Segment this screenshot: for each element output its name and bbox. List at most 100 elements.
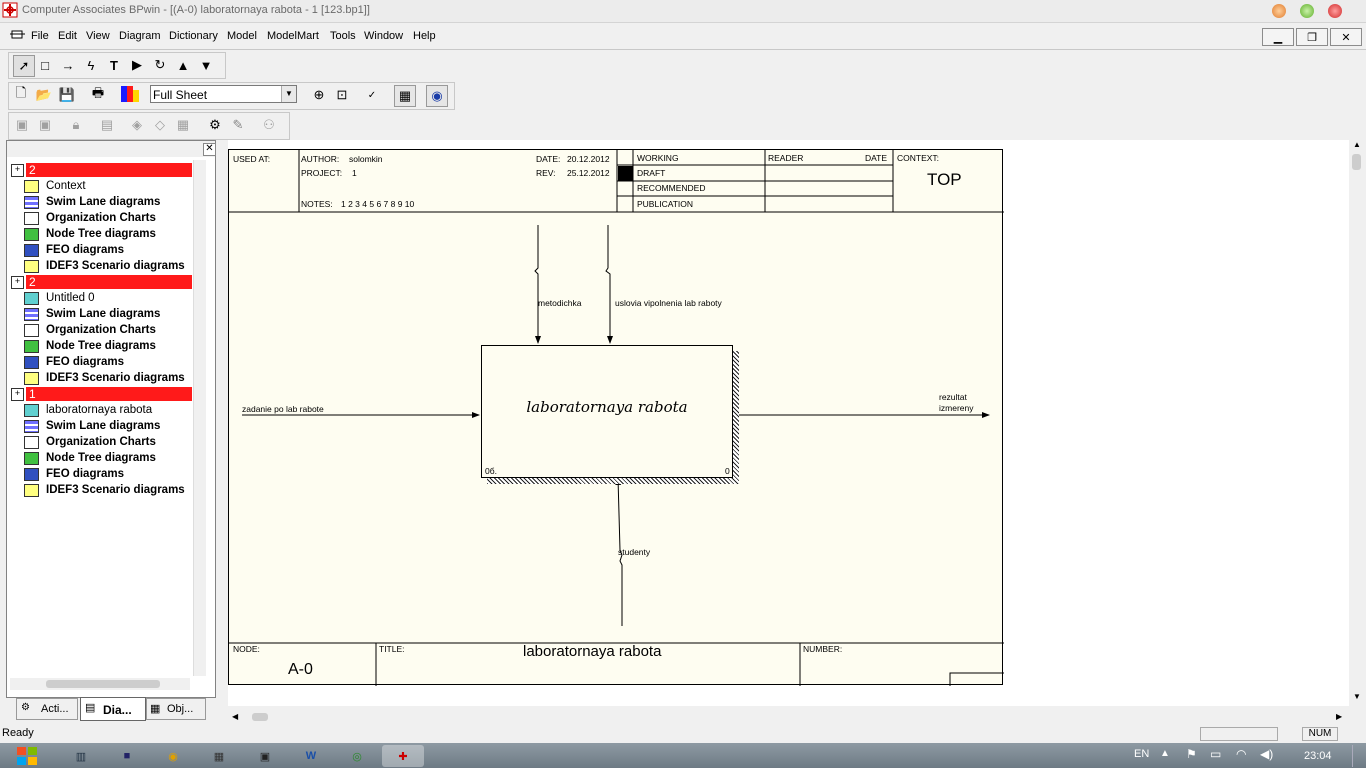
zoom-fit-icon[interactable]: ⊡ <box>332 85 352 105</box>
tree-item-feo[interactable]: FEO diagrams <box>46 468 124 480</box>
control-label-uslovia[interactable]: uslovia vipolnenia lab raboty <box>615 298 722 308</box>
model-explorer-icon[interactable]: ▦ <box>394 85 416 107</box>
save-app-icon[interactable]: ■ <box>106 745 148 767</box>
menu-help[interactable]: Help <box>413 30 436 42</box>
zoom-select[interactable]: Full Sheet ▼ <box>150 85 297 103</box>
tree-item-laboratornaya[interactable]: laboratornaya rabota <box>46 404 152 416</box>
menu-window[interactable]: Window <box>364 30 403 42</box>
output-label-2[interactable]: izmereny <box>939 403 973 413</box>
arrow-tool-icon[interactable]: → <box>58 55 78 75</box>
disabled-grid-icon[interactable]: ▦ <box>173 115 193 135</box>
disabled-compare-icon[interactable]: ◇ <box>150 115 170 135</box>
squiggle-tool-icon[interactable]: ϟ <box>81 55 101 75</box>
tree-item-org-charts[interactable]: Organization Charts <box>46 212 156 224</box>
rotate-icon[interactable]: ↻ <box>150 55 170 75</box>
tree-item-feo[interactable]: FEO diagrams <box>46 244 124 256</box>
go-to-sibling-icon[interactable]: ▶ <box>127 55 147 75</box>
menu-dictionary[interactable]: Dictionary <box>169 30 218 42</box>
clock[interactable]: 23:04 <box>1304 750 1332 762</box>
chrome-icon[interactable]: ◎ <box>336 745 378 767</box>
scroll-up-icon[interactable]: ▲ <box>1353 140 1361 149</box>
maximize-button[interactable] <box>1300 4 1314 18</box>
minimize-button[interactable] <box>1272 4 1286 18</box>
control-label-metodichka[interactable]: metodichka <box>538 298 581 308</box>
output-label-1[interactable]: rezultat <box>939 392 967 402</box>
scroll-left-icon[interactable]: ◀ <box>232 712 238 721</box>
tree-vertical-scrollbar[interactable] <box>193 160 206 676</box>
explorer-icon[interactable]: ▥ <box>60 745 102 767</box>
canvas-hscroll-thumb[interactable] <box>252 713 268 721</box>
canvas-vscroll-thumb[interactable] <box>1352 154 1361 170</box>
box-tool-icon[interactable]: □ <box>35 55 55 75</box>
new-file-icon[interactable]: 🗋 <box>11 85 31 105</box>
paint-app-icon[interactable]: ▦ <box>198 745 240 767</box>
media-app-icon[interactable]: ◉ <box>152 745 194 767</box>
flag-icon[interactable]: ⚑ <box>1186 747 1197 761</box>
text-tool-icon[interactable]: T <box>104 55 124 75</box>
input-label[interactable]: zadanie po lab rabote <box>242 404 324 414</box>
mdi-restore-button[interactable]: ❐ <box>1296 28 1328 46</box>
tree-item-swim-lane[interactable]: Swim Lane diagrams <box>46 420 160 432</box>
open-folder-icon[interactable]: 📂 <box>34 85 54 105</box>
user-settings-icon[interactable]: ⚙ <box>205 115 225 135</box>
volume-icon[interactable]: ◀) <box>1260 747 1273 761</box>
modelmart-icon[interactable]: ◉ <box>426 85 448 107</box>
tray-up-icon[interactable]: ▲ <box>1160 748 1170 759</box>
canvas-horizontal-scrollbar[interactable]: ◀ ▶ <box>228 710 1350 724</box>
menu-file[interactable]: File <box>31 30 49 42</box>
disabled-people-icon[interactable]: ⚇ <box>259 115 279 135</box>
tree-item-node-tree[interactable]: Node Tree diagrams <box>46 228 156 240</box>
tree-item-swim-lane[interactable]: Swim Lane diagrams <box>46 308 160 320</box>
tree-item-idef3[interactable]: IDEF3 Scenario diagrams <box>46 260 185 272</box>
zoom-icon[interactable]: ⊕ <box>309 85 329 105</box>
tree-item-node-tree[interactable]: Node Tree diagrams <box>46 340 156 352</box>
tab-diagrams[interactable]: ▤ Dia... <box>80 697 146 721</box>
scroll-down-icon[interactable]: ▼ <box>1353 692 1361 701</box>
tree-item-context[interactable]: Context <box>46 180 86 192</box>
mdi-close-button[interactable]: ✕ <box>1330 28 1362 46</box>
tree-scroll-thumb[interactable] <box>46 680 160 688</box>
menu-tools[interactable]: Tools <box>330 30 356 42</box>
language-indicator[interactable]: EN <box>1134 748 1149 760</box>
tree-item-swim-lane[interactable]: Swim Lane diagrams <box>46 196 160 208</box>
chevron-down-icon[interactable]: ▼ <box>281 86 296 102</box>
spellcheck-icon[interactable]: ✓ <box>362 85 382 105</box>
tab-activities[interactable]: ⚙ Acti... <box>16 698 78 720</box>
scroll-right-icon[interactable]: ▶ <box>1336 712 1342 721</box>
document-menu-icon[interactable] <box>9 28 27 42</box>
panel-close-icon[interactable]: ✕ <box>203 143 216 156</box>
tree-group-badge[interactable]: 1 <box>26 387 192 401</box>
tree-item-feo[interactable]: FEO diagrams <box>46 356 124 368</box>
menu-model[interactable]: Model <box>227 30 257 42</box>
pointer-tool-icon[interactable]: ➚ <box>13 55 35 77</box>
tree-expand-icon[interactable]: + <box>11 276 24 289</box>
tree-item-org-charts[interactable]: Organization Charts <box>46 436 156 448</box>
monitor-icon[interactable]: ▭ <box>1210 747 1221 761</box>
disabled-book-icon[interactable]: ▤ <box>97 115 117 135</box>
color-palette-icon[interactable] <box>121 86 139 102</box>
tree-expand-icon[interactable]: + <box>11 164 24 177</box>
mechanism-label[interactable]: studenty <box>618 547 650 557</box>
canvas-vertical-scrollbar[interactable]: ▲ ▼ <box>1350 140 1364 706</box>
show-desktop-button[interactable] <box>1352 745 1365 767</box>
start-button[interactable] <box>6 745 48 767</box>
window-app-icon[interactable]: ▣ <box>244 745 286 767</box>
bpwin-taskbar-icon[interactable]: ✚ <box>382 745 424 767</box>
tools-icon[interactable]: ✎ <box>228 115 248 135</box>
tree-expand-icon[interactable]: + <box>11 388 24 401</box>
word-icon[interactable]: W <box>290 745 332 767</box>
menu-diagram[interactable]: Diagram <box>119 30 161 42</box>
tree-item-idef3[interactable]: IDEF3 Scenario diagrams <box>46 372 185 384</box>
disabled-lock-out-icon[interactable]: ▣ <box>12 115 32 135</box>
tab-objects[interactable]: ▦ Obj... <box>146 698 206 720</box>
disabled-lock-in-icon[interactable]: ▣ <box>35 115 55 135</box>
lock-icon[interactable]: 🔒︎ <box>66 115 86 135</box>
mdi-minimize-button[interactable]: ▁ <box>1262 28 1294 46</box>
tree-group-badge[interactable]: 2 <box>26 163 192 177</box>
close-button[interactable] <box>1328 4 1342 18</box>
tree-item-idef3[interactable]: IDEF3 Scenario diagrams <box>46 484 185 496</box>
activity-box[interactable]: laboratornaya rabota 0б. 0 <box>481 345 733 478</box>
print-icon[interactable]: 🖶 <box>88 85 108 105</box>
tree-group-badge[interactable]: 2 <box>26 275 192 289</box>
go-to-child-icon[interactable]: ▼ <box>196 55 216 75</box>
